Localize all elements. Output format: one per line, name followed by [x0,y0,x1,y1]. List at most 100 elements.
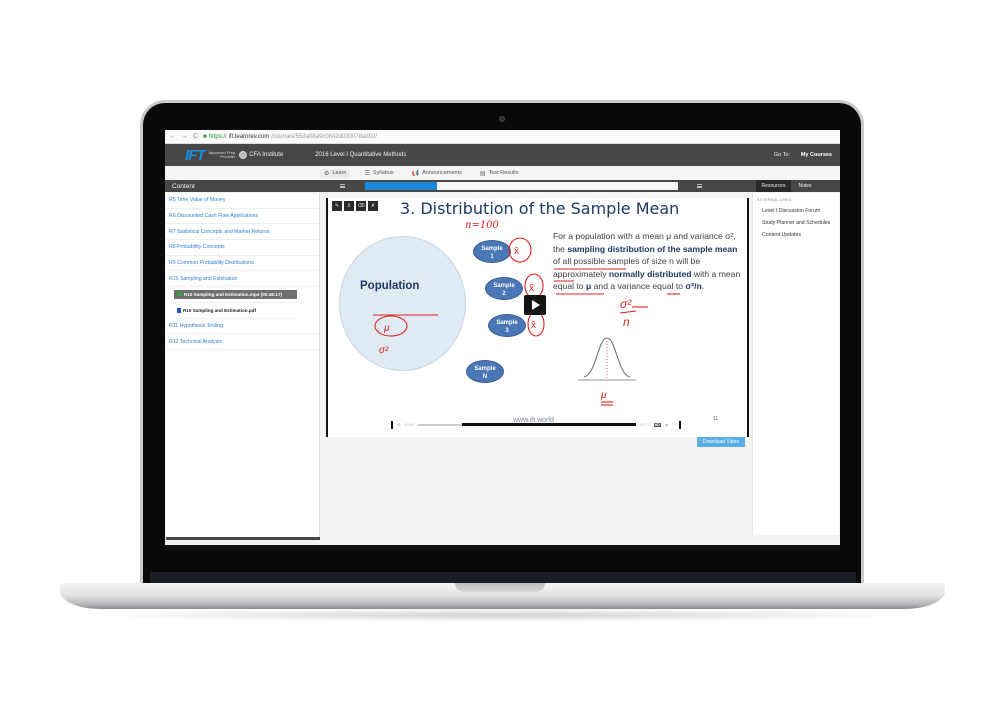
download-video-button[interactable]: Download Video [697,437,745,447]
logo-text: IFT [185,146,205,164]
normal-curve-diagram [578,337,636,381]
resource-link[interactable]: Study Planner and Schedules [753,220,839,226]
xbar-circle [527,311,545,337]
chart-icon: ▤ [479,170,486,177]
tab-syllabus[interactable]: ☰ Syllabus [360,169,397,178]
laptop-shadow [80,608,925,622]
tab-learn[interactable]: ⚙ Learn [320,168,351,178]
content-toolbar: Content Resources Notes [165,180,840,192]
seek-remaining [461,423,636,426]
sample-label: Sample [496,319,518,326]
tab-resources[interactable]: Resources [756,180,791,192]
time-current: 10:00 [404,422,415,427]
lock-icon: ■ [203,133,207,140]
resources-panel: EXTERNAL LINKS Level I Discussion Forum … [752,193,839,535]
sidebar-subitem-video[interactable]: R10 Sampling and Estimation.mp4 (00:49:1… [174,287,297,303]
tab-label: Announcements [422,170,462,176]
sigma-sq-mark: σ² [620,297,632,311]
tab-announcements[interactable]: 📢 Announcements [408,169,466,178]
sidebar-item[interactable]: R6 Discounted Cash Flow Applications [166,209,319,225]
screen-bottom-edge [165,545,840,550]
sample-bubble: Sample N [466,360,504,383]
annotation-toolbar: ✎ ↥ ⌫ ✗ [332,201,378,211]
sidebar-toggle-icon[interactable] [340,184,345,188]
content-label: Content [172,182,195,190]
pdf-file-icon [177,307,181,313]
address-bar[interactable]: ■ https://ift.learnrev.com/courses/55da0… [203,134,377,140]
sidebar-item[interactable]: R8 Probability Concepts [166,240,319,256]
body-area: R5 Time Value of Money R6 Discounted Cas… [165,192,840,550]
megaphone-icon: 📢 [411,170,420,177]
cfa-seal-icon [239,151,248,159]
fullscreen-icon[interactable]: ⛶ [672,422,675,427]
sample-number: 2 [502,290,506,297]
sidebar-item[interactable]: R9 Common Probability Distributions [166,256,319,272]
sidebar-item[interactable]: R11 Hypothesis Testing [166,319,319,335]
sample-label: Sample [493,282,515,289]
content-sidebar: R5 Time Value of Money R6 Discounted Cas… [166,193,320,537]
text-part: and a variance equal to [591,281,686,292]
resource-link[interactable]: Content Updates [753,232,839,238]
progress-fill [365,182,437,190]
cfa-label: CFA Institute [249,152,284,158]
fraction-bar [619,310,637,314]
video-file-icon [177,292,182,297]
n-mark: n [623,315,630,329]
clear-tool-icon[interactable]: ✗ [368,201,378,211]
reload-icon[interactable]: C [193,133,198,140]
tab-label: Test Results [488,170,519,176]
sidebar-subitem-pdf[interactable]: R10 Sampling and Estimation.pdf [174,303,297,319]
url-host: ift.learnrev.com [228,133,270,140]
course-progress-bar [365,182,678,190]
annotation-n: n=100 [465,220,500,231]
population-circle [339,236,466,371]
url-path: /courses/55da08a9c0842d03007dad02/ [271,133,378,140]
seek-bar[interactable] [418,423,636,426]
sidebar-item[interactable]: R7 Statistical Concepts and Market Retur… [166,224,319,241]
sample-bubble: Sample 1 [473,240,511,263]
play-button[interactable] [524,295,546,315]
learn-icon: ⚙ [324,170,330,177]
xbar-circle [508,237,532,263]
marker-tool-icon[interactable]: ↥ [344,201,354,211]
sidebar-item[interactable]: R12 Technical Analysis [166,334,319,350]
sample-label: Sample [474,365,496,372]
controls-left-edge [391,420,393,429]
pen-tool-icon[interactable]: ✎ [332,201,342,211]
screen: ← → C ■ https://ift.learnrev.com/courses… [165,130,840,550]
sidebar-item[interactable]: R10 Sampling and Estimation [166,271,319,288]
panel-toggle-icon[interactable] [697,184,702,188]
browser-bar: ← → C ■ https://ift.learnrev.com/courses… [165,130,840,144]
volume-icon[interactable]: ◂) [665,422,668,427]
tab-test-results[interactable]: ▤ Test Results [476,169,523,178]
subitem-label: R10 Sampling and Estimation.pdf [183,307,256,313]
sample-label: Sample [481,245,503,252]
ift-logo[interactable]: IFT Approved Prep Provider CFA Institute [185,147,283,164]
sidebar-item[interactable]: R5 Time Value of Money [166,193,319,209]
subitem-label: R10 Sampling and Estimation.mp4 (00:49:1… [184,291,283,297]
text-bold: σ²/n [685,281,702,292]
video-controls: ⟲ 10:00 49:17 HD ◂) ⛶ [391,420,681,429]
eraser-tool-icon[interactable]: ⌫ [356,201,366,211]
rewind-icon[interactable]: ⟲ [397,422,400,427]
my-courses-link[interactable]: My Courses [801,152,832,158]
goto-menu[interactable]: Go To: [774,152,790,158]
slide-page-number: 11 [713,416,719,422]
sidebar-footer-bar [166,537,320,540]
hd-toggle[interactable]: HD [653,422,661,427]
logo-subtitle: Approved Prep Provider [209,151,236,159]
mu-mark: μ [600,390,607,401]
webcam-icon [499,116,505,122]
back-arrow-icon[interactable]: ← [169,133,176,140]
resource-link[interactable]: Level I Discussion Forum [753,208,839,214]
xbar-mark: x̄ [514,246,519,257]
text-part: . [701,281,705,292]
forward-arrow-icon[interactable]: → [181,133,188,140]
sample-bubble: Sample 2 [485,277,523,300]
video-player[interactable]: ✎ ↥ ⌫ ✗ 3. Distribution of the Sample Me… [326,198,749,437]
play-icon [532,300,540,310]
xbar-mark: x̄ [531,320,536,331]
sample-bubble: Sample 3 [488,314,526,337]
tab-label: Syllabus [372,170,394,176]
tab-notes[interactable]: Notes [793,180,817,192]
